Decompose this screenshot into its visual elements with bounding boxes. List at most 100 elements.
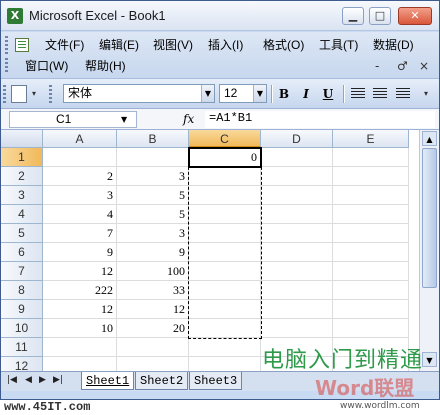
row-header-10[interactable]: 10	[1, 319, 43, 338]
cell-d4[interactable]	[261, 205, 333, 224]
cell-a10[interactable]: 10	[43, 319, 117, 338]
cell-d6[interactable]	[261, 243, 333, 262]
cell-c9[interactable]	[189, 300, 261, 319]
new-document-icon[interactable]	[11, 85, 27, 103]
align-left-icon[interactable]	[351, 88, 365, 100]
excel-app-icon[interactable]: X	[7, 8, 23, 24]
cell-a7[interactable]: 12	[43, 262, 117, 281]
cell-c11[interactable]	[189, 338, 261, 357]
last-sheet-nav-icon[interactable]: ▶|	[53, 375, 63, 385]
font-size-select[interactable]: 12 ▼	[219, 84, 267, 103]
menu-view[interactable]: 视图(V)	[151, 36, 195, 54]
align-right-icon[interactable]	[396, 88, 410, 100]
bold-button[interactable]: B	[275, 85, 293, 103]
cell-e9[interactable]	[333, 300, 409, 319]
doc-restore-button[interactable]: ♂	[397, 59, 408, 73]
menu-data[interactable]: 数据(D)	[371, 36, 416, 54]
cell-a5[interactable]: 7	[43, 224, 117, 243]
cell-c1[interactable]: 0	[189, 148, 261, 167]
sheet-tab-sheet3[interactable]: Sheet3	[189, 372, 243, 390]
menu-tools[interactable]: 工具(T)	[317, 36, 360, 54]
first-sheet-nav-icon[interactable]: |◀	[7, 375, 17, 385]
scroll-down-arrow-icon[interactable]: ▼	[422, 352, 437, 367]
cell-e7[interactable]	[333, 262, 409, 281]
column-header-a[interactable]: A	[43, 130, 117, 148]
row-header-5[interactable]: 5	[1, 224, 43, 243]
cell-e5[interactable]	[333, 224, 409, 243]
column-header-c[interactable]: C	[189, 130, 261, 148]
row-header-1[interactable]: 1	[1, 148, 43, 167]
cell-b1[interactable]	[117, 148, 189, 167]
align-center-icon[interactable]	[373, 88, 387, 100]
sheet-tab-sheet1[interactable]: Sheet1	[81, 372, 135, 390]
row-header-4[interactable]: 4	[1, 205, 43, 224]
sheet-tab-sheet2[interactable]: Sheet2	[135, 372, 189, 390]
cell-e4[interactable]	[333, 205, 409, 224]
column-header-b[interactable]: B	[117, 130, 189, 148]
cell-a1[interactable]	[43, 148, 117, 167]
doc-minimize-button[interactable]: -	[375, 59, 379, 73]
cell-a9[interactable]: 12	[43, 300, 117, 319]
menu-format[interactable]: 格式(O)	[261, 36, 306, 54]
menu-help[interactable]: 帮助(H)	[83, 57, 128, 75]
cell-d2[interactable]	[261, 167, 333, 186]
cell-b7[interactable]: 100	[117, 262, 189, 281]
cell-a4[interactable]: 4	[43, 205, 117, 224]
cell-d8[interactable]	[261, 281, 333, 300]
menu-file[interactable]: 文件(F)	[43, 36, 86, 54]
row-header-6[interactable]: 6	[1, 243, 43, 262]
column-header-d[interactable]: D	[261, 130, 333, 148]
cell-e8[interactable]	[333, 281, 409, 300]
workbook-icon[interactable]	[15, 38, 29, 52]
cell-a11[interactable]	[43, 338, 117, 357]
maximize-button[interactable]: □	[369, 7, 391, 25]
cell-b6[interactable]: 9	[117, 243, 189, 262]
cell-b11[interactable]	[117, 338, 189, 357]
cell-b4[interactable]: 5	[117, 205, 189, 224]
cell-d10[interactable]	[261, 319, 333, 338]
menu-insert[interactable]: 插入(I)	[206, 36, 245, 54]
cell-d9[interactable]	[261, 300, 333, 319]
cell-a2[interactable]: 2	[43, 167, 117, 186]
cell-b5[interactable]: 3	[117, 224, 189, 243]
cell-b9[interactable]: 12	[117, 300, 189, 319]
cell-c7[interactable]	[189, 262, 261, 281]
title-bar[interactable]: X Microsoft Excel - Book1 ▁ □ ✕	[1, 1, 439, 31]
name-box-chevron-icon[interactable]: ▼	[121, 112, 127, 127]
cell-a8[interactable]: 222	[43, 281, 117, 300]
cell-c5[interactable]	[189, 224, 261, 243]
cell-c2[interactable]	[189, 167, 261, 186]
vertical-scrollbar[interactable]: ▲ ▼	[419, 130, 439, 371]
column-header-e[interactable]: E	[333, 130, 409, 148]
toolbar-grip-handle-2[interactable]	[49, 85, 52, 103]
cell-d7[interactable]	[261, 262, 333, 281]
minimize-button[interactable]: ▁	[342, 7, 364, 25]
italic-button[interactable]: I	[297, 85, 315, 103]
cell-d5[interactable]	[261, 224, 333, 243]
toolbar-options-chevron-icon[interactable]: ▾	[421, 85, 431, 103]
menu-edit[interactable]: 编辑(E)	[97, 36, 141, 54]
cell-d1[interactable]	[261, 148, 333, 167]
next-sheet-nav-icon[interactable]: ▶	[39, 375, 46, 385]
scroll-up-arrow-icon[interactable]: ▲	[422, 131, 437, 146]
chevron-down-icon[interactable]: ▼	[253, 85, 266, 102]
cell-d3[interactable]	[261, 186, 333, 205]
row-header-7[interactable]: 7	[1, 262, 43, 281]
cell-e2[interactable]	[333, 167, 409, 186]
cell-b3[interactable]: 5	[117, 186, 189, 205]
menu-window[interactable]: 窗口(W)	[23, 57, 70, 75]
cell-a3[interactable]: 3	[43, 186, 117, 205]
cell-c6[interactable]	[189, 243, 261, 262]
font-name-select[interactable]: 宋体 ▼	[63, 84, 215, 103]
name-box[interactable]: C1	[9, 111, 137, 128]
select-all-corner[interactable]	[1, 130, 43, 148]
row-header-2[interactable]: 2	[1, 167, 43, 186]
formula-input[interactable]: =A1*B1	[205, 111, 435, 128]
row-header-3[interactable]: 3	[1, 186, 43, 205]
row-header-8[interactable]: 8	[1, 281, 43, 300]
cell-a6[interactable]: 9	[43, 243, 117, 262]
prev-sheet-nav-icon[interactable]: ◀	[25, 375, 32, 385]
close-button[interactable]: ✕	[398, 7, 432, 25]
cell-e6[interactable]	[333, 243, 409, 262]
row-header-11[interactable]: 11	[1, 338, 43, 357]
